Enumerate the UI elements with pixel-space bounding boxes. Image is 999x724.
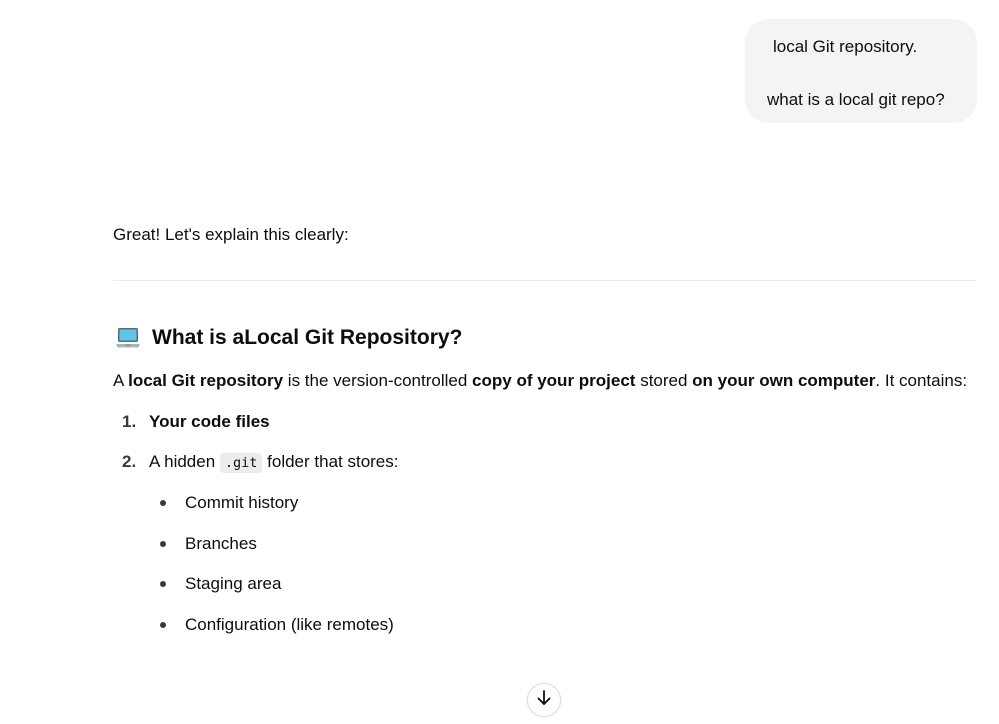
list-item: 1. Your code files	[122, 402, 976, 442]
user-message-line: local Git repository.	[773, 37, 918, 56]
list-item-text: Your code files	[149, 412, 270, 431]
scroll-to-bottom-button[interactable]	[527, 683, 561, 717]
heading-suffix: ?	[449, 326, 463, 349]
list-number: 1.	[122, 412, 137, 431]
text-run: . It contains:	[875, 371, 968, 390]
text-run: stored	[635, 371, 693, 390]
sub-list-text: Staging area	[185, 574, 282, 593]
sub-list-item: Commit history	[160, 483, 976, 524]
inline-code: .git	[219, 453, 263, 473]
heading-bold: Local Git Repository	[244, 326, 450, 349]
user-message-line: what is a local git repo?	[767, 90, 945, 109]
sub-list-item: Configuration (like remotes)	[160, 605, 976, 646]
sub-list-text: Configuration (like remotes)	[185, 614, 394, 634]
sub-list-item: Branches	[160, 524, 976, 565]
bullet-icon	[160, 500, 166, 506]
divider	[113, 280, 976, 281]
assistant-intro: Great! Let's explain this clearly:	[113, 225, 349, 244]
heading-text: What is a	[152, 326, 245, 349]
list-number: 2.	[122, 452, 137, 471]
list-item: 2. A hidden .git folder that stores: Com…	[122, 442, 976, 645]
bullet-icon	[160, 621, 166, 628]
contents-list: 1. Your code files 2. A hidden .git fold…	[113, 402, 976, 645]
list-item-text: A hidden	[149, 452, 220, 471]
text-run: A	[113, 371, 129, 390]
sub-list: Commit history Branches Staging area Con…	[149, 483, 976, 645]
user-message-bubble: local Git repository. what is a local gi…	[745, 19, 977, 123]
assistant-message: Great! Let's explain this clearly: What …	[113, 219, 976, 645]
arrow-down-icon	[535, 689, 553, 712]
sub-list-text: Commit history	[185, 493, 299, 512]
bold-run: local Git repository	[128, 371, 284, 390]
section-heading: What is a Local Git Repository?	[113, 323, 976, 353]
bold-run: on your own computer	[692, 371, 876, 390]
text-run: is the version-controlled	[283, 371, 473, 390]
list-item-text: folder that stores:	[262, 452, 399, 471]
bullet-icon	[160, 540, 166, 547]
definition-paragraph: A local Git repository is the version-co…	[113, 365, 976, 396]
sub-list-text: Branches	[185, 533, 257, 553]
bullet-icon	[160, 581, 166, 587]
chat-page: local Git repository. what is a local gi…	[0, 0, 999, 724]
sub-list-item: Staging area	[160, 564, 976, 605]
laptop-icon	[115, 327, 141, 349]
bold-run: copy of your project	[472, 371, 636, 390]
